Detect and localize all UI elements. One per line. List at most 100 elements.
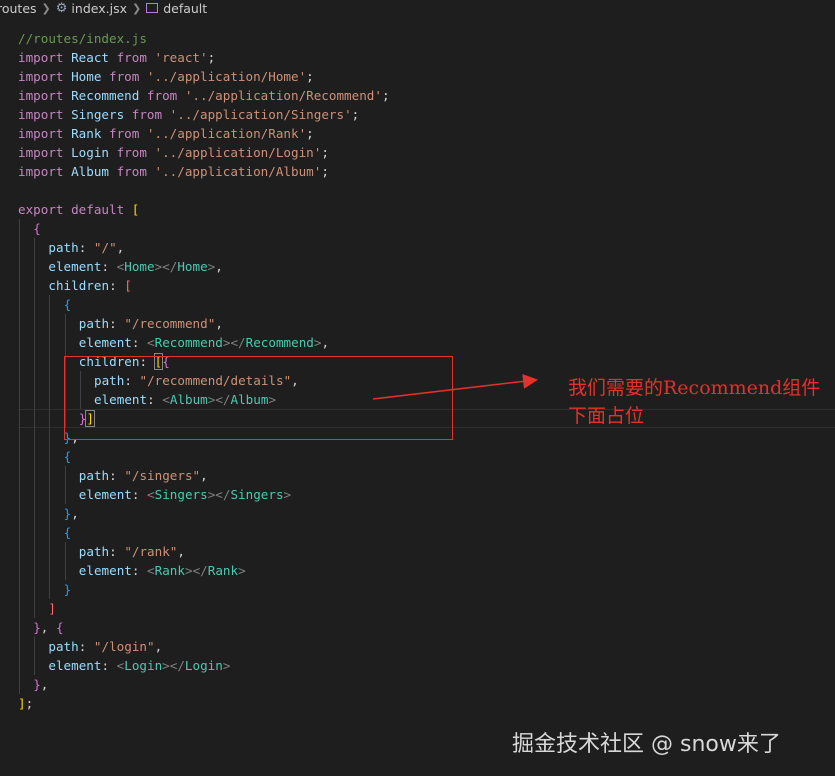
arrow-icon	[372, 373, 538, 400]
indent-guide	[34, 409, 36, 428]
code-token: import	[18, 126, 64, 141]
code-line[interactable]: path: "/rank",	[0, 542, 835, 561]
code-token: ;	[306, 69, 314, 84]
code-line[interactable]: {	[0, 447, 835, 466]
code-text: import Home from '../application/Home';	[18, 67, 314, 86]
code-text: }	[64, 580, 72, 599]
code-token: ;	[321, 145, 329, 160]
code-text: //routes/index.js	[18, 29, 147, 48]
code-line[interactable]: },	[0, 504, 835, 523]
code-token: Singers	[230, 487, 284, 502]
indent-guide	[19, 580, 20, 599]
code-line[interactable]: import Album from '../application/Album'…	[0, 162, 835, 181]
code-line[interactable]: path: "/login",	[0, 637, 835, 656]
code-text: import Recommend from '../application/Re…	[18, 86, 390, 105]
code-token: ,	[116, 240, 125, 255]
code-token: <	[147, 487, 155, 502]
indent-guide	[64, 561, 66, 580]
code-token: Home	[63, 69, 109, 84]
code-text: import Album from '../application/Album'…	[18, 162, 329, 181]
indent-guide	[19, 314, 20, 333]
code-token: Home	[124, 259, 155, 274]
code-token: ></	[184, 563, 208, 578]
indent-guide	[34, 580, 36, 599]
code-text: },	[33, 675, 48, 694]
code-token: element	[78, 487, 132, 502]
indent-guide	[19, 504, 20, 523]
code-token: path	[78, 544, 110, 559]
code-line[interactable]: ];	[0, 694, 835, 713]
code-line[interactable]: export default [	[0, 200, 835, 219]
code-line[interactable]: element: <Singers></Singers>	[0, 485, 835, 504]
code-token: element	[78, 563, 132, 578]
code-token: ,	[215, 259, 223, 274]
code-token: ;	[321, 164, 329, 179]
code-text: element: <Rank></Rank>	[79, 561, 246, 580]
code-token: ,	[71, 506, 79, 521]
code-token: {	[63, 449, 72, 464]
code-line[interactable]: path: "/",	[0, 238, 835, 257]
code-token: Rank	[207, 563, 239, 578]
code-token: ,	[200, 468, 208, 483]
code-line[interactable]: element: <Recommend></Recommend>,	[0, 333, 835, 352]
code-line[interactable]: import Recommend from '../application/Re…	[0, 86, 835, 105]
indent-guide	[19, 409, 20, 428]
code-line[interactable]: import Home from '../application/Home';	[0, 67, 835, 86]
code-line[interactable]: }, {	[0, 618, 835, 637]
code-token: ,	[177, 544, 185, 559]
code-line[interactable]: path: "/recommend",	[0, 314, 835, 333]
indent-guide	[34, 314, 36, 333]
code-line[interactable]: path: "/singers",	[0, 466, 835, 485]
indent-guide	[49, 447, 51, 466]
breadcrumb-file[interactable]: index.jsx	[71, 1, 127, 16]
code-line[interactable]: import Login from '../application/Login'…	[0, 143, 835, 162]
code-line[interactable]: import Rank from '../application/Rank';	[0, 124, 835, 143]
code-text: ]	[48, 599, 56, 618]
breadcrumb-symbol[interactable]: default	[163, 1, 207, 16]
breadcrumb: routes ❯ ⚙ index.jsx ❯ default	[0, 0, 835, 16]
indent-guide	[34, 599, 36, 618]
indent-guide	[49, 523, 51, 542]
indent-guide	[19, 428, 20, 447]
indent-guide	[49, 542, 51, 561]
watermark: 掘金技术社区 @ snow来了	[512, 732, 781, 757]
indent-guide	[49, 333, 51, 352]
code-token: :	[78, 639, 94, 654]
code-token: Login	[124, 658, 163, 673]
breadcrumb-folder[interactable]: routes	[0, 1, 37, 16]
code-line[interactable]	[0, 181, 835, 200]
code-line[interactable]: //routes/index.js	[0, 29, 835, 48]
code-line[interactable]: element: <Rank></Rank>	[0, 561, 835, 580]
code-line[interactable]: import React from 'react';	[0, 48, 835, 67]
code-token: import	[18, 69, 64, 84]
code-token: >	[238, 563, 246, 578]
code-line[interactable]: },	[0, 675, 835, 694]
indent-guide	[49, 390, 51, 409]
indent-guide	[49, 371, 51, 390]
code-token: 'react'	[146, 50, 208, 65]
code-token: Recommend	[245, 335, 314, 350]
code-token: :	[101, 259, 117, 274]
code-token: export	[18, 202, 64, 217]
indent-guide	[19, 352, 20, 371]
code-line[interactable]: children: [	[0, 276, 835, 295]
code-line[interactable]: element: <Home></Home>,	[0, 257, 835, 276]
code-token: path	[78, 316, 110, 331]
code-line[interactable]: }	[0, 580, 835, 599]
code-line[interactable]: element: <Login></Login>	[0, 656, 835, 675]
code-line[interactable]: import Singers from '../application/Sing…	[0, 105, 835, 124]
code-line[interactable]: {	[0, 523, 835, 542]
code-line[interactable]: {	[0, 295, 835, 314]
code-token: Recommend	[63, 88, 147, 103]
code-token: React	[63, 50, 117, 65]
code-token: ></	[222, 335, 246, 350]
code-text: },	[64, 504, 79, 523]
code-token: ;	[381, 88, 390, 103]
code-line[interactable]: {	[0, 219, 835, 238]
code-token: [	[131, 202, 140, 217]
annotation-text: 我们需要的Recommend组件下面占位	[568, 377, 821, 427]
code-line[interactable]: ]	[0, 599, 835, 618]
code-token: path	[48, 240, 79, 255]
code-token: '../application/Home'	[139, 69, 307, 84]
